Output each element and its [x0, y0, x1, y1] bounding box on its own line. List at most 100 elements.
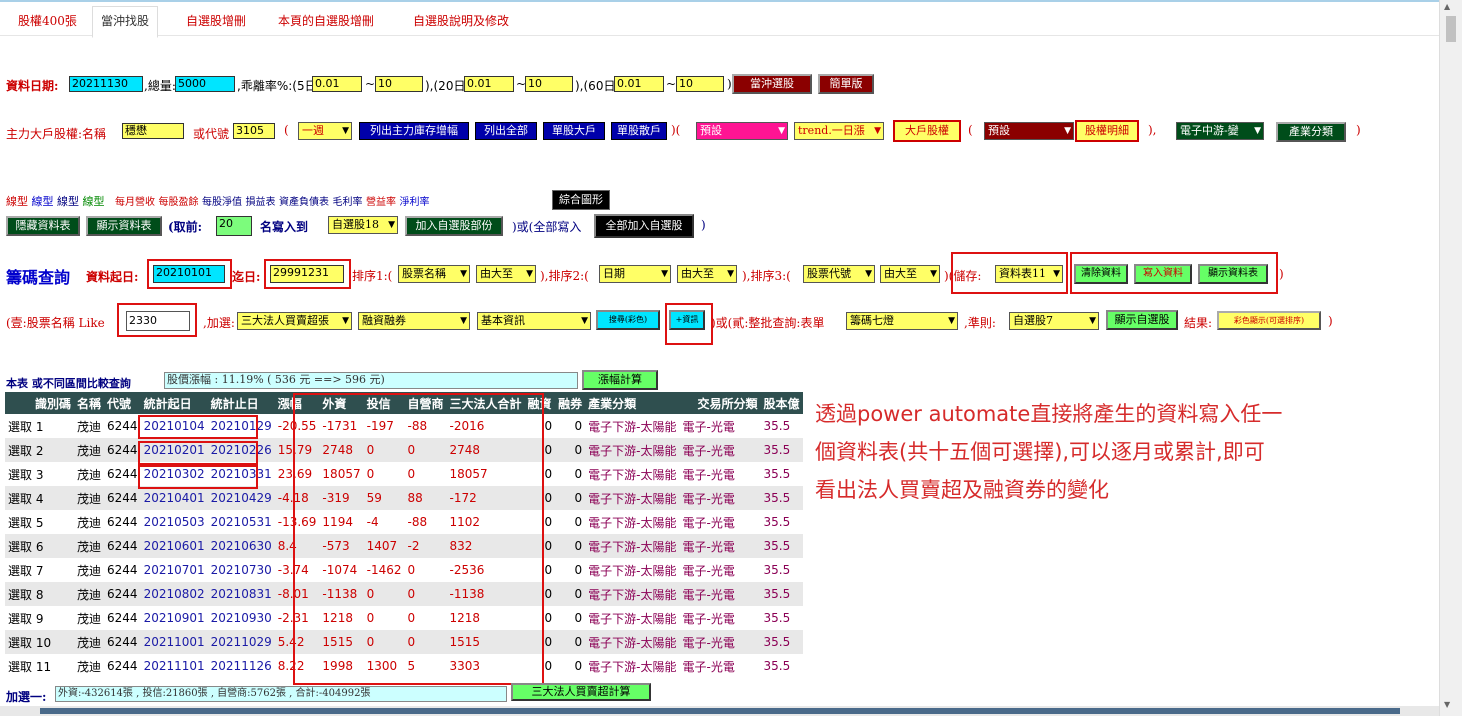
add-all-watchlist-button[interactable]: 全部加入自選股: [594, 214, 694, 238]
margin-select[interactable]: 融資融券 ▼: [358, 312, 470, 330]
line-chart-link[interactable]: 線型: [57, 195, 79, 208]
table-cell[interactable]: 20211029: [207, 630, 275, 654]
tab-page-watchlist-edit[interactable]: 本頁的自選股增刪: [270, 10, 382, 38]
income-statement-link[interactable]: 損益表: [246, 197, 276, 208]
table-cell[interactable]: 20210802: [140, 582, 208, 606]
table-cell[interactable]: 20210401: [140, 486, 208, 510]
col-header[interactable]: 代號: [104, 392, 141, 414]
institutional-calc-button[interactable]: 三大法人買賣超計算: [511, 683, 651, 701]
show-watchlist-button[interactable]: 顯示自選股: [1106, 310, 1178, 330]
price-change-calc-button[interactable]: 漲幅計算: [582, 370, 658, 390]
sort3-field-select[interactable]: 股票代號 ▼: [803, 265, 875, 283]
daytrade-select-button[interactable]: 當沖選股: [732, 74, 812, 94]
table-cell[interactable]: 選取 9: [5, 606, 74, 630]
list-all-button[interactable]: 列出全部: [475, 122, 537, 140]
col-header[interactable]: 名稱: [74, 392, 105, 414]
sort1-order-select[interactable]: 由大至 ▼: [476, 265, 536, 283]
table-cell[interactable]: 選取 4: [5, 486, 75, 510]
eps-link[interactable]: 每股盈餘: [159, 197, 199, 208]
col-header[interactable]: 統計起日: [140, 392, 208, 414]
tab-equity-400[interactable]: 股權400張: [10, 10, 85, 38]
single-retail-button[interactable]: 單股散戶: [611, 122, 667, 140]
table-cell[interactable]: 20211001: [140, 630, 208, 654]
combined-chart-button[interactable]: 綜合圖形: [552, 190, 610, 210]
table-cell[interactable]: 選取 3: [5, 462, 74, 486]
gross-margin-link[interactable]: 毛利率: [333, 197, 363, 208]
table-cell[interactable]: 選取 11: [5, 654, 74, 678]
balance-sheet-link[interactable]: 資產負債表: [279, 197, 329, 208]
search-color-button[interactable]: 搜尋(彩色): [596, 310, 660, 330]
sort2-order-select[interactable]: 由大至 ▼: [677, 265, 737, 283]
table-cell[interactable]: 20210503: [141, 510, 208, 534]
show-table-button[interactable]: 顯示資料表: [86, 216, 162, 236]
dev20-from-input[interactable]: 0.01: [464, 76, 514, 92]
tab-daytrade[interactable]: 當沖找股: [92, 6, 159, 38]
scroll-up-icon[interactable]: ▲: [1444, 2, 1450, 11]
line-chart-link[interactable]: 線型: [83, 195, 105, 208]
table-cell[interactable]: 20210429: [207, 486, 275, 510]
table-cell[interactable]: 20210531: [208, 510, 275, 534]
table-cell[interactable]: 20210701: [141, 558, 208, 582]
table-cell[interactable]: 20210630: [207, 534, 275, 558]
simple-version-button[interactable]: 簡單版: [818, 74, 874, 94]
sort2-field-select[interactable]: 日期 ▼: [599, 265, 671, 283]
table-cell[interactable]: 選取 1: [5, 414, 74, 438]
dev5-from-input[interactable]: 0.01: [312, 76, 362, 92]
rule-watchlist-select[interactable]: 自選股7 ▼: [1009, 312, 1099, 330]
sort1-field-select[interactable]: 股票名稱 ▼: [398, 265, 470, 283]
watchlist-select[interactable]: 自選股18 ▼: [328, 216, 398, 234]
line-chart-link[interactable]: 線型: [32, 195, 54, 208]
col-header[interactable]: 融券: [555, 392, 586, 414]
col-header[interactable]: 股本億: [760, 392, 803, 414]
line-chart-link[interactable]: 線型: [6, 195, 28, 208]
hide-table-button[interactable]: 隱藏資料表: [6, 216, 80, 236]
dev5-to-input[interactable]: 10: [375, 76, 423, 92]
table-cell[interactable]: 20210831: [207, 582, 275, 606]
trend-select[interactable]: trend.一日漲 ▼: [794, 122, 884, 140]
single-major-holder-button[interactable]: 單股大戶: [543, 122, 605, 140]
list-holder-increase-button[interactable]: 列出主力庫存增幅: [359, 122, 469, 140]
preset2-select[interactable]: 預設 ▼: [984, 122, 1074, 140]
col-header[interactable]: 識別碼: [5, 392, 75, 414]
col-header[interactable]: 統計止日: [207, 392, 275, 414]
table-cell[interactable]: 選取 2: [5, 438, 75, 462]
scrollbar-thumb[interactable]: [1446, 16, 1456, 42]
operating-margin-link[interactable]: 營益率: [366, 197, 396, 208]
net-margin-link[interactable]: 淨利率: [400, 197, 430, 208]
period-select[interactable]: 一週 ▼: [298, 122, 352, 140]
basic-info-select[interactable]: 基本資訊 ▼: [477, 312, 591, 330]
bvps-link[interactable]: 每股淨值: [202, 197, 242, 208]
table-cell[interactable]: 20211126: [208, 654, 275, 678]
vertical-scrollbar[interactable]: ▲ ▼: [1439, 0, 1462, 716]
take-top-input[interactable]: 20: [216, 216, 252, 236]
col-header[interactable]: 產業分類: [585, 392, 680, 414]
institutional-select[interactable]: 三大法人買賣超張 ▼: [237, 312, 352, 330]
table-cell[interactable]: 20211101: [141, 654, 208, 678]
tab-watchlist-help[interactable]: 自選股說明及修改: [405, 10, 517, 38]
add-partial-watchlist-button[interactable]: 加入自選股部份: [405, 216, 503, 236]
scrollbar-thumb[interactable]: [40, 708, 1400, 714]
industry-category-button[interactable]: 產業分類: [1276, 122, 1346, 142]
table-cell[interactable]: 20210930: [208, 606, 275, 630]
table-cell[interactable]: 選取 5: [5, 510, 74, 534]
col-header[interactable]: 交易所分類: [679, 392, 761, 414]
table-cell[interactable]: 20210730: [208, 558, 275, 582]
monthly-revenue-link[interactable]: 每月營收: [115, 197, 155, 208]
major-equity-button[interactable]: 大戶股權: [893, 120, 961, 142]
dev20-to-input[interactable]: 10: [525, 76, 573, 92]
color-display-button[interactable]: 彩色顯示(可選排序): [1217, 311, 1321, 330]
stock-code-input[interactable]: 3105: [233, 123, 275, 139]
chip-lights-select[interactable]: 籌碼七燈 ▼: [846, 312, 958, 330]
table-cell[interactable]: 選取 10: [5, 630, 75, 654]
stock-name-input[interactable]: 穩懋: [122, 123, 184, 139]
table-cell[interactable]: 20210601: [140, 534, 208, 558]
table-cell[interactable]: 選取 8: [5, 582, 75, 606]
tab-watchlist-edit[interactable]: 自選股增刪: [178, 10, 254, 38]
dev60-from-input[interactable]: 0.01: [614, 76, 664, 92]
equity-detail-button[interactable]: 股權明細: [1075, 120, 1139, 142]
volume-input[interactable]: 5000: [175, 76, 235, 92]
dev60-to-input[interactable]: 10: [676, 76, 724, 92]
sort3-order-select[interactable]: 由大至 ▼: [880, 265, 940, 283]
table-cell[interactable]: 20210901: [141, 606, 208, 630]
table-cell[interactable]: 選取 7: [5, 558, 74, 582]
